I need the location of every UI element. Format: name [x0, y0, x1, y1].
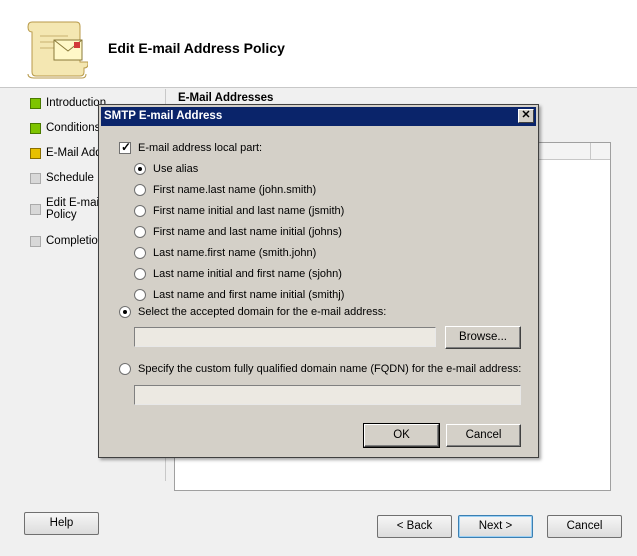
firstname-initial-radio[interactable]	[134, 226, 146, 238]
ok-button[interactable]: OK	[363, 423, 440, 448]
close-icon[interactable]: ✕	[518, 109, 534, 123]
firstname-lastname-radio[interactable]	[134, 184, 146, 196]
browse-button[interactable]: Browse...	[445, 326, 521, 349]
wizard-title: Edit E-mail Address Policy	[108, 40, 285, 56]
accepted-domain-field[interactable]	[134, 327, 436, 347]
accepted-domain-label[interactable]: Select the accepted domain for the e-mai…	[138, 306, 386, 319]
column-separator[interactable]	[590, 143, 591, 160]
step-label: E-Mail Add	[46, 147, 102, 159]
scroll-mail-icon	[27, 21, 88, 79]
initial-lastname-radio[interactable]	[134, 205, 146, 217]
smtp-address-dialog: SMTP E-mail Address ✕ ✓ E-mail address l…	[98, 104, 539, 458]
back-button[interactable]: < Back	[377, 515, 452, 538]
help-button[interactable]: Help	[24, 512, 99, 535]
wizard-cancel-button[interactable]: Cancel	[547, 515, 622, 538]
use-alias-radio[interactable]	[134, 163, 146, 175]
step-pending-icon	[30, 204, 41, 215]
firstname-lastname-label[interactable]: First name.last name (john.smith)	[153, 184, 316, 197]
step-label: Completion	[46, 235, 105, 247]
initial-firstname-label[interactable]: Last name initial and first name (sjohn)	[153, 268, 342, 281]
local-part-checkbox[interactable]: ✓	[119, 140, 132, 154]
step-complete-icon	[30, 98, 41, 109]
next-button[interactable]: Next >	[458, 515, 533, 538]
section-heading: E-Mail Addresses	[178, 92, 274, 104]
step-complete-icon	[30, 123, 41, 134]
dialog-titlebar[interactable]: SMTP E-mail Address ✕	[101, 107, 536, 126]
dialog-cancel-button[interactable]: Cancel	[446, 424, 521, 447]
lastname-firstname-radio[interactable]	[134, 247, 146, 259]
initial-lastname-label[interactable]: First name initial and last name (jsmith…	[153, 205, 344, 218]
custom-fqdn-radio[interactable]	[119, 363, 131, 375]
lastname-initial-radio[interactable]	[134, 289, 146, 301]
local-part-label: E-mail address local part:	[138, 142, 263, 154]
step-pending-icon	[30, 173, 41, 184]
step-label: Conditions	[46, 122, 101, 134]
step-current-icon	[30, 148, 41, 159]
checkmark-icon: ✓	[121, 140, 132, 154]
step-pending-icon	[30, 236, 41, 247]
use-alias-label[interactable]: Use alias	[153, 163, 198, 176]
accepted-domain-radio[interactable]	[119, 306, 131, 318]
dialog-title: SMTP E-mail Address	[104, 110, 223, 122]
custom-fqdn-label[interactable]: Specify the custom fully qualified domai…	[138, 363, 521, 376]
custom-fqdn-field[interactable]	[134, 385, 521, 405]
lastname-firstname-label[interactable]: Last name.first name (smith.john)	[153, 247, 316, 260]
wizard-header: Edit E-mail Address Policy	[0, 0, 637, 88]
step-label: Schedule	[46, 172, 94, 184]
initial-firstname-radio[interactable]	[134, 268, 146, 280]
firstname-initial-label[interactable]: First name and last name initial (johns)	[153, 226, 342, 239]
step-label-line2: Policy	[46, 209, 77, 221]
lastname-initial-label[interactable]: Last name and first name initial (smithj…	[153, 289, 344, 302]
